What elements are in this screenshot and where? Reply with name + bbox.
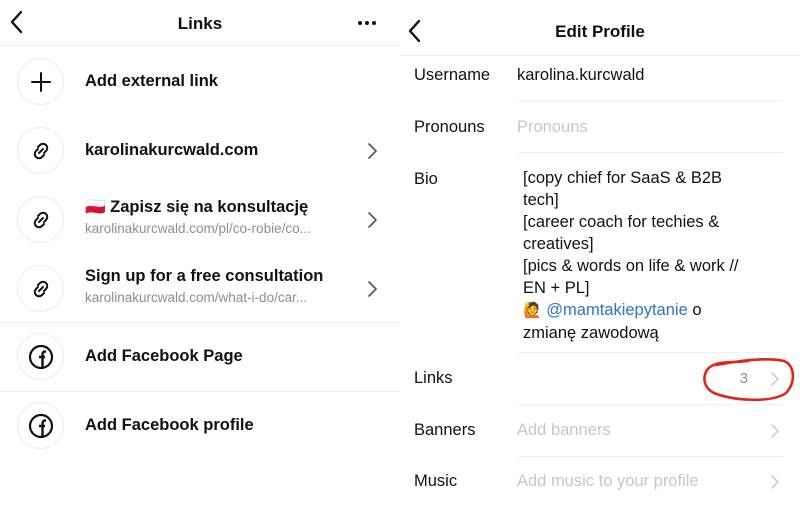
link-icon-circle [17,127,64,174]
link-icon-circle [17,265,64,312]
link-title: 🇵🇱 Zapisz się na konsultację [85,198,308,217]
edit-profile-header: Edit Profile [400,0,800,56]
link-title-text: Zapisz się na konsultację [110,198,309,216]
chevron-right-icon [368,143,377,159]
username-label: Username [414,66,491,84]
facebook-icon [28,413,53,438]
bio-line: zmianę zawodową [523,324,659,342]
add-facebook-page-button[interactable]: Add Facebook Page [0,333,400,381]
more-options-icon[interactable] [356,13,378,33]
divider [517,100,783,101]
link-icon [33,142,48,159]
link-url: karolinakurcwald.com/pl/co-robie/co... [85,221,311,236]
facebook-icon-circle [17,402,64,449]
bio-text: o [687,301,702,319]
divider [517,152,783,153]
divider [0,391,400,392]
banners-placeholder: Add banners [517,421,611,439]
link-item[interactable]: Sign up for a free consultation karolina… [0,265,400,313]
music-placeholder: Add music to your profile [517,472,699,490]
add-facebook-profile-button[interactable]: Add Facebook profile [0,402,400,450]
links-row[interactable]: Links 3 [400,353,800,403]
music-label: Music [414,472,458,490]
links-count: 3 [739,371,748,387]
bio-label: Bio [414,170,438,188]
chevron-right-icon [771,424,779,438]
chevron-right-icon [771,475,779,489]
banners-row[interactable]: Banners Add banners [400,405,800,455]
link-icon-circle [17,196,64,243]
chevron-right-icon [771,372,779,386]
bio-line: [career coach for techies & [523,213,720,231]
bio-line: tech] [523,191,559,209]
raising-hand-emoji-icon: 🙋 [523,302,542,319]
edit-profile-screen: Edit Profile Username karolina.kurcwald … [400,0,800,506]
page-title: Edit Profile [555,22,645,41]
links-header: Links [0,0,400,46]
plus-icon [30,71,51,92]
pronouns-input[interactable]: Pronouns [517,118,588,137]
link-item[interactable]: karolinakurcwald.com [0,127,400,175]
link-url: karolinakurcwald.com/what-i-do/car... [85,290,308,305]
facebook-icon-circle [17,333,64,380]
add-facebook-profile-label: Add Facebook profile [85,416,254,434]
link-item[interactable]: 🇵🇱 Zapisz się na konsultację karolinakur… [0,196,400,244]
add-external-link-button[interactable]: Add external link [0,58,400,106]
bio-line: creatives] [523,235,594,253]
link-title: karolinakurcwald.com [85,141,259,159]
links-label: Links [414,369,453,387]
facebook-icon [28,344,53,369]
add-icon-circle [17,58,64,105]
links-screen: Links Add external link karolinakurcwald… [0,0,400,506]
bio-line: EN + PL] [523,279,590,297]
bio-line: [copy chief for SaaS & B2B [523,169,723,187]
chevron-right-icon [368,281,377,297]
link-icon [33,211,48,228]
chevron-right-icon [368,212,377,228]
bio-input[interactable]: [copy chief for SaaS & B2B tech] [career… [523,167,793,344]
pronouns-label: Pronouns [414,118,485,136]
bio-line: 🙋 @mamtakiepytanie o [523,299,793,322]
link-icon [33,280,48,297]
poland-flag-icon: 🇵🇱 [85,198,106,216]
page-title: Links [177,14,223,33]
bio-line: [pics & words on life & work // [523,257,739,275]
add-facebook-page-label: Add Facebook Page [85,347,243,365]
bio-mention-link[interactable]: @mamtakiepytanie [546,301,687,319]
music-row[interactable]: Music Add music to your profile [400,457,800,506]
username-input[interactable]: karolina.kurcwald [517,66,644,85]
link-title: Sign up for a free consultation [85,267,324,285]
divider [0,322,400,323]
banners-label: Banners [414,421,476,439]
add-external-link-label: Add external link [85,72,218,90]
